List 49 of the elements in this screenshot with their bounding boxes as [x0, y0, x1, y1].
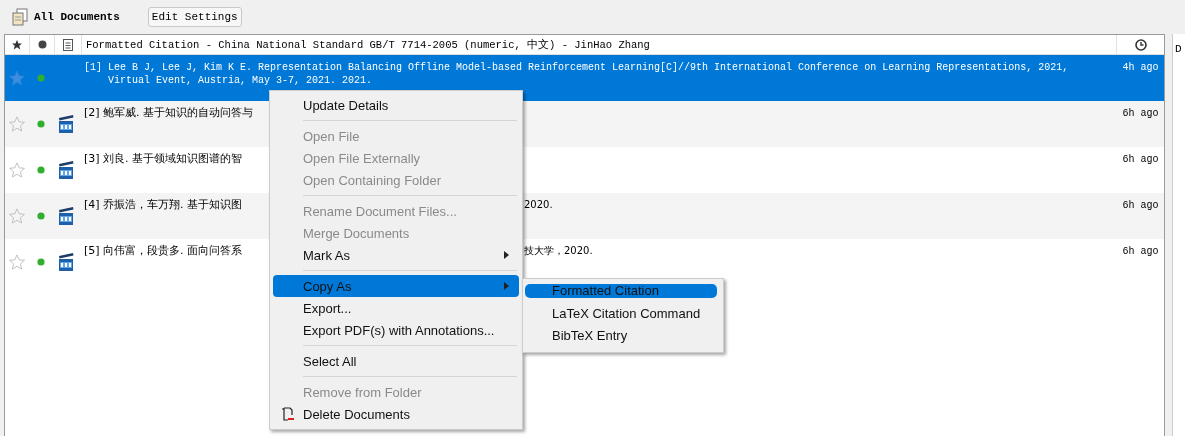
- caj-file-icon[interactable]: [57, 252, 75, 272]
- collection-title: All Documents: [34, 11, 120, 23]
- added-time: 4h ago: [1122, 61, 1159, 74]
- caj-file-icon[interactable]: [57, 114, 75, 134]
- dot-icon: [37, 40, 47, 49]
- caj-file-icon[interactable]: [57, 206, 75, 226]
- star-icon[interactable]: [8, 69, 26, 87]
- citation-text: [4] 乔振浩，车万翔. 基于知识图: [84, 197, 243, 213]
- menu-item[interactable]: Export PDF(s) with Annotations...: [273, 319, 519, 341]
- citation-text: 2020.: [524, 198, 553, 212]
- star-icon[interactable]: [8, 207, 26, 225]
- delete-icon: [281, 407, 295, 421]
- menu-item[interactable]: BibTeX Entry: [525, 326, 717, 348]
- submenu-arrow-icon: [504, 282, 509, 290]
- menu-item[interactable]: Delete Documents: [273, 403, 519, 425]
- star-icon[interactable]: [8, 253, 26, 271]
- document-icon: [63, 38, 73, 51]
- star-icon[interactable]: [8, 161, 26, 179]
- citation-text: [3] 刘良. 基于领域知识图谱的智: [84, 151, 243, 167]
- star-icon: [11, 38, 23, 51]
- added-time: 6h ago: [1122, 199, 1159, 212]
- citation-text: [1] Lee B J, Lee J, Kim K E. Representation Balancing Offline Model-based Reinforcement Learning[C]//9th International Conference on Learning Representations, 2021,: [84, 61, 1069, 74]
- added-time: 6h ago: [1122, 245, 1159, 258]
- documents-icon: [12, 8, 28, 26]
- status-dot-icon: [37, 166, 45, 174]
- citation-text: 技大学，2020.: [524, 244, 593, 258]
- status-dot-icon: [37, 120, 45, 128]
- citation-text: [2] 鲍军威. 基于知识的自动问答与: [84, 105, 254, 121]
- citation-text: Virtual Event, Austria, May 3-7, 2021. 2021.: [107, 74, 374, 87]
- menu-item[interactable]: LaTeX Citation Command: [525, 304, 717, 326]
- edit-settings-button[interactable]: Edit Settings: [147, 7, 242, 27]
- menu-item[interactable]: Mark As: [273, 244, 519, 266]
- status-dot-icon: [37, 74, 45, 82]
- status-dot-icon: [37, 258, 45, 266]
- document-row[interactable]: [5, 55, 1164, 101]
- caj-file-icon[interactable]: [57, 160, 75, 180]
- menu-item[interactable]: Formatted Citation: [525, 284, 717, 298]
- menu-item[interactable]: Select All: [273, 350, 519, 372]
- clock-icon: [1134, 38, 1147, 51]
- menu-item[interactable]: Copy As: [273, 275, 519, 297]
- submenu-arrow-icon: [504, 251, 509, 259]
- star-icon[interactable]: [8, 115, 26, 133]
- citation-text: [5] 向伟富，段贵多. 面向问答系: [84, 243, 243, 259]
- added-time: 6h ago: [1122, 107, 1159, 120]
- citation-column-header[interactable]: Formatted Citation - China National Standard GB/T 7714-2005 (numeric, 中文) - JinHao Zhang: [82, 35, 1117, 54]
- status-dot-icon: [37, 212, 45, 220]
- menu-item[interactable]: Export...: [273, 297, 519, 319]
- panel-header: D: [1175, 43, 1182, 55]
- added-time: 6h ago: [1122, 153, 1159, 166]
